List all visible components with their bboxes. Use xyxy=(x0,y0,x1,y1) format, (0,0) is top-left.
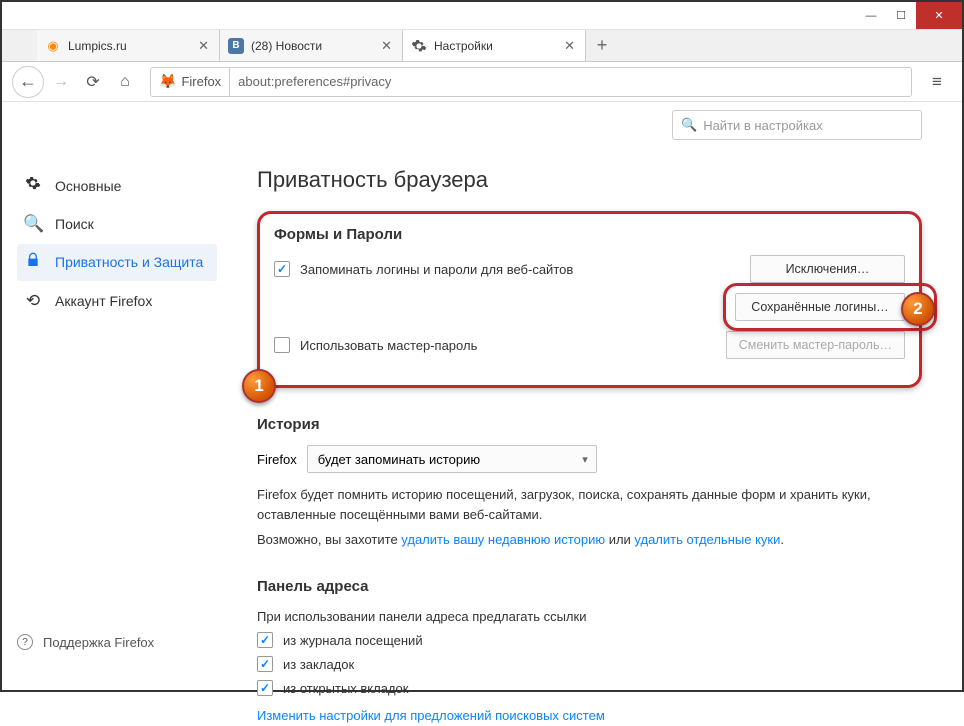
url-bar[interactable]: 🦊 Firefox about:preferences#privacy xyxy=(150,67,912,97)
window-maximize-button[interactable]: ☐ xyxy=(886,2,916,29)
page-title: Приватность браузера xyxy=(257,167,922,193)
category-label: Аккаунт Firefox xyxy=(55,293,152,309)
gear-icon xyxy=(411,38,427,54)
saved-logins-button[interactable]: Сохранённые логины… xyxy=(735,293,905,321)
url-text: about:preferences#privacy xyxy=(230,74,911,89)
change-search-suggestions-link[interactable]: Изменить настройки для предложений поиск… xyxy=(257,708,605,723)
support-label: Поддержка Firefox xyxy=(43,635,154,650)
favicon-lumpics: ◉ xyxy=(45,38,61,54)
checkbox-icon xyxy=(274,261,290,277)
site-identity[interactable]: 🦊 Firefox xyxy=(151,68,230,96)
home-button[interactable]: ⌂ xyxy=(110,67,140,97)
history-section: История Firefox будет запоминать историю… xyxy=(257,416,922,550)
main-pane: 🔍 Найти в настройках Приватность браузер… xyxy=(217,102,962,690)
history-mode-select[interactable]: будет запоминать историю xyxy=(307,445,597,473)
checkbox-label: из закладок xyxy=(283,657,354,672)
help-icon: ? xyxy=(17,634,33,650)
checkbox-label: Использовать мастер-пароль xyxy=(300,338,477,353)
addressbar-section: Панель адреса При использовании панели а… xyxy=(257,578,922,726)
tab-vk-news[interactable]: B (28) Новости ✕ xyxy=(220,30,403,61)
text-fragment: . xyxy=(780,532,784,547)
annotation-badge-2: 2 xyxy=(901,292,935,326)
preferences-content: Основные 🔍 Поиск Приватность и Защита ⟲ … xyxy=(2,102,962,690)
checkbox-label: из журнала посещений xyxy=(283,633,423,648)
section-heading: Формы и Пароли xyxy=(274,226,905,243)
addressbar-description: При использовании панели адреса предлага… xyxy=(257,607,922,627)
history-links-line: Возможно, вы захотите удалить вашу недав… xyxy=(257,530,922,550)
window-titlebar: — ☐ ✕ xyxy=(2,2,962,30)
favicon-vk: B xyxy=(228,38,244,54)
category-label: Поиск xyxy=(55,216,94,232)
sync-icon: ⟲ xyxy=(23,291,43,311)
tab-label: (28) Новости xyxy=(251,39,379,53)
search-icon: 🔍 xyxy=(681,117,697,133)
gear-icon xyxy=(23,175,43,196)
search-placeholder: Найти в настройках xyxy=(703,118,823,133)
tab-lumpics[interactable]: ◉ Lumpics.ru ✕ xyxy=(37,30,220,61)
identity-label: Firefox xyxy=(181,74,221,89)
tab-close-icon[interactable]: ✕ xyxy=(379,38,394,54)
change-master-password-button[interactable]: Сменить мастер-пароль… xyxy=(726,331,905,359)
checkbox-icon xyxy=(257,680,273,696)
select-value: будет запоминать историю xyxy=(318,452,480,467)
suggest-opentabs-checkbox[interactable]: из открытых вкладок xyxy=(257,680,922,696)
checkbox-icon xyxy=(274,337,290,353)
history-description: Firefox будет помнить историю посещений,… xyxy=(257,485,922,524)
support-link[interactable]: ? Поддержка Firefox xyxy=(17,634,154,650)
category-general[interactable]: Основные xyxy=(17,167,217,204)
tab-settings[interactable]: Настройки ✕ xyxy=(403,30,586,61)
remember-logins-checkbox[interactable]: Запоминать логины и пароли для веб-сайто… xyxy=(274,261,573,277)
history-firefox-label: Firefox xyxy=(257,452,297,467)
section-heading: Панель адреса xyxy=(257,578,922,595)
checkbox-icon xyxy=(257,656,273,672)
window-close-button[interactable]: ✕ xyxy=(916,2,962,29)
exceptions-button[interactable]: Исключения… xyxy=(750,255,905,283)
categories-sidebar: Основные 🔍 Поиск Приватность и Защита ⟲ … xyxy=(2,102,217,690)
category-privacy[interactable]: Приватность и Защита xyxy=(17,244,217,281)
app-menu-button[interactable]: ≡ xyxy=(922,72,952,92)
clear-recent-history-link[interactable]: удалить вашу недавнюю историю xyxy=(401,532,605,547)
tab-close-icon[interactable]: ✕ xyxy=(196,38,211,54)
checkbox-label: из открытых вкладок xyxy=(283,681,408,696)
new-tab-button[interactable]: + xyxy=(586,30,618,61)
checkbox-icon xyxy=(257,632,273,648)
tab-bar: ◉ Lumpics.ru ✕ B (28) Новости ✕ Настройк… xyxy=(2,30,962,62)
forward-button[interactable]: → xyxy=(46,67,76,97)
section-heading: История xyxy=(257,416,922,433)
tab-close-icon[interactable]: ✕ xyxy=(562,38,577,54)
search-preferences-input[interactable]: 🔍 Найти в настройках xyxy=(672,110,922,140)
master-password-checkbox[interactable]: Использовать мастер-пароль xyxy=(274,337,477,353)
back-button[interactable]: ← xyxy=(12,66,44,98)
tab-label: Lumpics.ru xyxy=(68,39,196,53)
suggest-bookmarks-checkbox[interactable]: из закладок xyxy=(257,656,922,672)
window-minimize-button[interactable]: — xyxy=(856,2,886,29)
firefox-icon: 🦊 xyxy=(159,73,176,90)
category-label: Основные xyxy=(55,178,121,194)
lock-icon xyxy=(23,252,43,273)
reload-button[interactable]: ⟳ xyxy=(78,67,108,97)
remove-cookies-link[interactable]: удалить отдельные куки xyxy=(634,532,780,547)
suggest-history-checkbox[interactable]: из журнала посещений xyxy=(257,632,922,648)
forms-passwords-section: Формы и Пароли Запоминать логины и парол… xyxy=(257,211,922,388)
text-fragment: или xyxy=(605,532,634,547)
category-label: Приватность и Защита xyxy=(55,254,203,272)
category-sync[interactable]: ⟲ Аккаунт Firefox xyxy=(17,283,217,319)
search-icon: 🔍 xyxy=(23,214,43,234)
annotation-badge-1: 1 xyxy=(242,369,276,403)
tab-label: Настройки xyxy=(434,39,562,53)
category-search[interactable]: 🔍 Поиск xyxy=(17,206,217,242)
nav-toolbar: ← → ⟳ ⌂ 🦊 Firefox about:preferences#priv… xyxy=(2,62,962,102)
checkbox-label: Запоминать логины и пароли для веб-сайто… xyxy=(300,262,573,277)
text-fragment: Возможно, вы захотите xyxy=(257,532,401,547)
